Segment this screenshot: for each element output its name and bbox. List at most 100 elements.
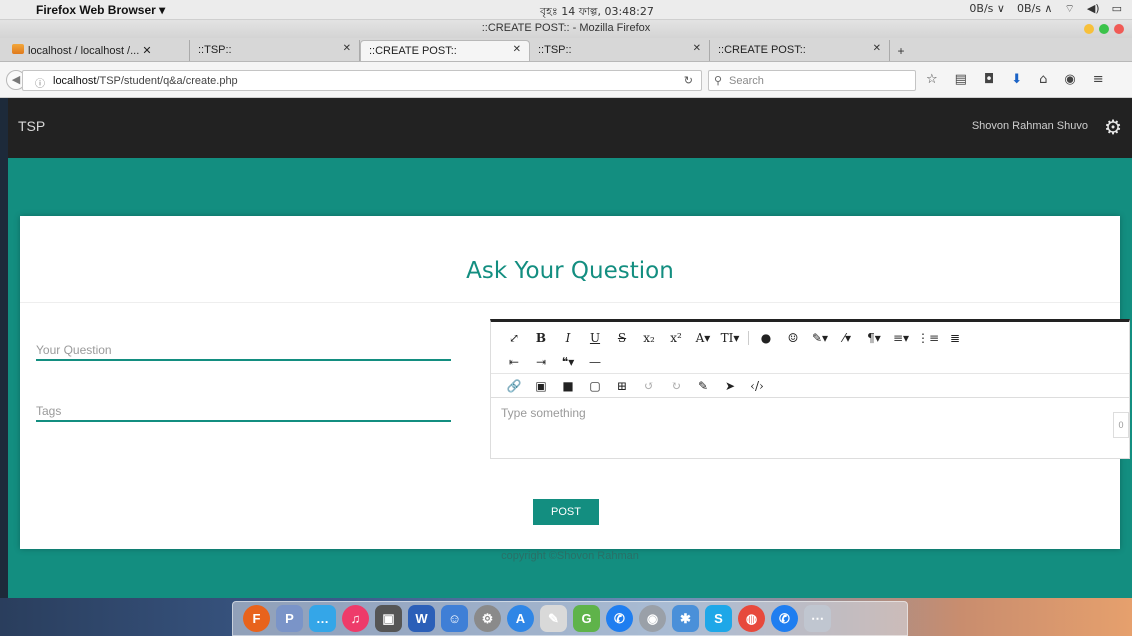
tab-tsp-2[interactable]: ::TSP:: ✕ xyxy=(530,40,710,61)
messenger-icon-2[interactable]: ✆ xyxy=(771,605,798,632)
link-icon[interactable]: 🔗 xyxy=(503,375,525,397)
question-card: Ask Your Question ⤢ B I U S x₂ x² A▾ TI▾… xyxy=(20,216,1130,549)
italic-button[interactable]: I xyxy=(557,327,579,349)
emoji-icon[interactable]: ☺ xyxy=(782,327,804,349)
fullscreen-icon[interactable]: ⤢ xyxy=(503,327,525,349)
quote-dropdown[interactable]: ❝▾ xyxy=(557,351,579,373)
bold-button[interactable]: B xyxy=(530,327,552,349)
app-menu[interactable]: Firefox Web Browser ▾ xyxy=(36,3,165,17)
tags-input[interactable] xyxy=(36,401,451,421)
tags-field xyxy=(36,400,451,422)
editor-toolbar-row-2: ⇤ ⇥ ❝▾ — xyxy=(491,350,1129,374)
select-all-icon[interactable]: ➤ xyxy=(719,375,741,397)
clear-format-dropdown[interactable]: ⁄▾ xyxy=(836,327,858,349)
user-name-link[interactable]: Shovon Rahman Shuvo xyxy=(972,120,1088,132)
instruments-icon[interactable]: ✎ xyxy=(540,605,567,632)
volume-icon[interactable]: ◀) xyxy=(1087,2,1100,16)
subscript-button[interactable]: x₂ xyxy=(638,327,660,349)
divider xyxy=(20,302,1120,303)
finder-icon[interactable]: ☺ xyxy=(441,605,468,632)
battery-icon[interactable]: ▭ xyxy=(1112,2,1122,16)
horizontal-rule-icon[interactable]: — xyxy=(584,351,606,373)
window-titlebar: ::CREATE POST:: - Mozilla Firefox xyxy=(0,20,1132,38)
network-up-indicator[interactable]: 0B/s ∨ xyxy=(969,2,1005,16)
tab-tsp-1[interactable]: ::TSP:: ✕ xyxy=(190,40,360,61)
paint-format-dropdown[interactable]: ✎▾ xyxy=(809,327,831,349)
gear-icon[interactable]: ⚙ xyxy=(1104,115,1122,139)
zoom-button[interactable] xyxy=(1099,24,1109,34)
menu-bar: Firefox Web Browser ▾ বৃহঃ 14 ফাল্গ, 03:… xyxy=(0,0,1132,20)
post-button[interactable]: POST xyxy=(533,499,599,525)
font-size-dropdown[interactable]: TI▾ xyxy=(719,327,741,349)
indent-icon[interactable]: ⇥ xyxy=(530,351,552,373)
toolbar-icons: ☆ ▤ ◘ ⬇ ⌂ ◉ ≡ xyxy=(926,72,1104,87)
new-tab-button[interactable]: + xyxy=(890,44,912,61)
url-bar[interactable]: ⓘ localhost/TSP/student/q&a/create.php ↻ xyxy=(22,70,702,91)
home-icon[interactable]: ⌂ xyxy=(1039,72,1047,87)
table-icon[interactable]: ⊞ xyxy=(611,375,633,397)
paragraph-dropdown[interactable]: ¶▾ xyxy=(863,327,885,349)
tab-create-post-2[interactable]: ::CREATE POST:: ✕ xyxy=(710,40,890,61)
editor-body[interactable]: Type something 0 xyxy=(491,398,1129,442)
preview-icon[interactable]: P xyxy=(276,605,303,632)
file-icon[interactable]: ▢ xyxy=(584,375,606,397)
search-input[interactable]: ⚲ Search xyxy=(708,70,916,91)
close-tab-icon[interactable]: ✕ xyxy=(873,43,881,54)
messages-icon[interactable]: … xyxy=(309,605,336,632)
growl-icon[interactable]: G xyxy=(573,605,600,632)
align-dropdown[interactable]: ≡▾ xyxy=(890,327,912,349)
chat-icon[interactable]: ◉ xyxy=(1064,72,1075,87)
video-icon[interactable]: ■ xyxy=(557,375,579,397)
image-icon[interactable]: ▣ xyxy=(530,375,552,397)
network-down-indicator[interactable]: 0B/s ∧ xyxy=(1017,2,1053,16)
unordered-list-icon[interactable]: ≣ xyxy=(944,327,966,349)
itunes-icon[interactable]: ♫ xyxy=(342,605,369,632)
text-color-icon[interactable]: ● xyxy=(755,327,777,349)
site-info-icon[interactable]: ⓘ xyxy=(35,75,45,90)
font-family-dropdown[interactable]: A▾ xyxy=(692,327,714,349)
phpmyadmin-icon xyxy=(12,44,24,54)
reload-icon[interactable]: ↻ xyxy=(684,74,693,87)
photo-booth-icon[interactable]: ▣ xyxy=(375,605,402,632)
sys-prefs-icon[interactable]: ⚙ xyxy=(474,605,501,632)
skype-icon[interactable]: S xyxy=(705,605,732,632)
tab-label: ::TSP:: xyxy=(198,44,232,56)
close-button[interactable] xyxy=(1114,24,1124,34)
underline-button[interactable]: U xyxy=(584,327,606,349)
launchpad-icon[interactable]: ⋯ xyxy=(804,605,831,632)
downloads-icon[interactable]: ⬇ xyxy=(1011,72,1022,87)
firefox-icon[interactable]: F xyxy=(243,605,270,632)
tab-label: ::CREATE POST:: xyxy=(718,44,806,56)
app-store-icon[interactable]: A xyxy=(507,605,534,632)
superscript-button[interactable]: x² xyxy=(665,327,687,349)
outdent-icon[interactable]: ⇤ xyxy=(503,351,525,373)
strikethrough-button[interactable]: S xyxy=(611,327,633,349)
bookmarks-menu-icon[interactable]: ▤ xyxy=(955,72,967,87)
site-brand[interactable]: TSP xyxy=(18,118,45,134)
undo-icon[interactable]: ↺ xyxy=(638,375,660,397)
question-input[interactable] xyxy=(36,340,451,360)
code-view-icon[interactable]: ‹/› xyxy=(746,375,768,397)
tab-phpmyadmin[interactable]: localhost / localhost /... ✕ xyxy=(4,40,190,61)
tab-create-post-active[interactable]: ::CREATE POST:: ✕ xyxy=(360,40,530,61)
disk-utility-icon[interactable]: ◉ xyxy=(639,605,666,632)
messenger-icon[interactable]: ✆ xyxy=(606,605,633,632)
chrome-icon[interactable]: ◍ xyxy=(738,605,765,632)
redo-icon[interactable]: ↻ xyxy=(665,375,687,397)
eraser-icon[interactable]: ✎ xyxy=(692,375,714,397)
site-navbar: TSP Shovon Rahman Shuvo ⚙ xyxy=(8,98,1132,158)
word-icon[interactable]: W xyxy=(408,605,435,632)
ordered-list-icon[interactable]: ⋮≡ xyxy=(917,327,939,349)
wifi-icon[interactable]: ⌔ xyxy=(1064,2,1074,16)
status-icons: 0B/s ∨ 0B/s ∧ ⌔ ◀) ▭ xyxy=(969,2,1122,16)
close-tab-icon[interactable]: ✕ xyxy=(343,43,351,54)
menu-icon[interactable]: ≡ xyxy=(1093,72,1104,87)
bluetooth-icon[interactable]: ✱ xyxy=(672,605,699,632)
minimize-button[interactable] xyxy=(1084,24,1094,34)
editor-toolbar-row-3: 🔗 ▣ ■ ▢ ⊞ ↺ ↻ ✎ ➤ ‹/› xyxy=(491,374,1129,398)
editor-placeholder: Type something xyxy=(501,406,586,420)
bookmark-star-icon[interactable]: ☆ xyxy=(926,72,938,87)
close-tab-icon[interactable]: ✕ xyxy=(513,44,521,55)
pocket-icon[interactable]: ◘ xyxy=(984,72,994,87)
close-tab-icon[interactable]: ✕ xyxy=(693,43,701,54)
